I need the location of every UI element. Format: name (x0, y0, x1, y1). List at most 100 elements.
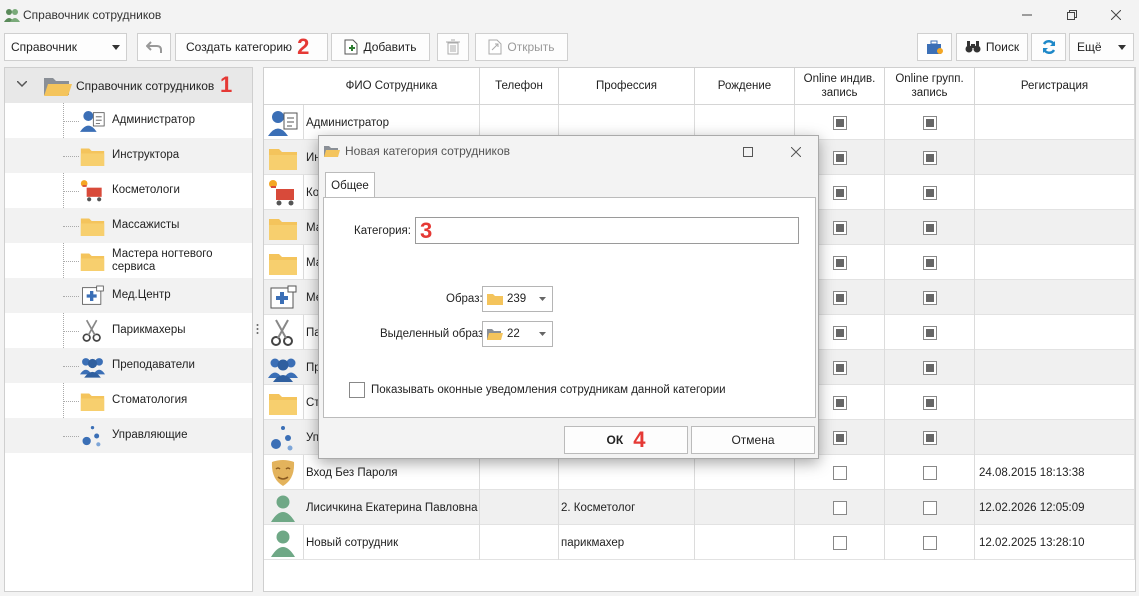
folder-icon (269, 149, 297, 170)
cell-online-grp (885, 455, 975, 490)
tree-item[interactable]: Администратор (5, 103, 252, 138)
dialog-close-button[interactable] (779, 142, 813, 162)
online-ind-checkbox[interactable] (832, 360, 847, 375)
reference-dropdown[interactable]: Справочник (4, 33, 127, 61)
online-ind-checkbox[interactable] (832, 255, 847, 270)
selected-image-combo[interactable]: 22 (482, 321, 553, 347)
cell-online-grp (885, 350, 975, 385)
notify-checkbox[interactable] (349, 382, 365, 398)
column-header[interactable]: Рождение (695, 68, 795, 105)
splitter-grip[interactable] (256, 323, 259, 335)
online-grp-checkbox[interactable] (922, 115, 937, 130)
online-grp-checkbox[interactable] (922, 150, 937, 165)
tree-item-label: Массажисты (112, 219, 180, 231)
row-icon (268, 424, 298, 452)
online-grp-checkbox[interactable] (922, 535, 937, 550)
image-combo[interactable]: 239 (482, 286, 553, 312)
tree-item[interactable]: Преподаватели (5, 348, 252, 383)
tree-item[interactable]: Косметологи (5, 173, 252, 208)
tree-item[interactable]: Мед.Центр (5, 278, 252, 313)
cell-online-grp (885, 210, 975, 245)
online-grp-checkbox[interactable] (922, 465, 937, 480)
online-grp-checkbox[interactable] (922, 255, 937, 270)
online-grp-checkbox[interactable] (922, 395, 937, 410)
cancel-label: Отмена (731, 433, 775, 447)
chevron-down-icon (112, 44, 120, 50)
tree-item[interactable]: Парикмахеры (5, 313, 252, 348)
online-ind-checkbox[interactable] (832, 290, 847, 305)
tree-branch (63, 401, 79, 402)
online-grp-checkbox[interactable] (922, 325, 937, 340)
restore-button[interactable] (1057, 4, 1087, 26)
cell-name: Лисичкина Екатерина Павловна (304, 490, 480, 525)
cell-online-ind (795, 490, 885, 525)
online-ind-checkbox[interactable] (832, 115, 847, 130)
search-button[interactable]: Поиск (956, 33, 1028, 61)
online-ind-checkbox[interactable] (832, 150, 847, 165)
tree-item[interactable]: Инструктора (5, 138, 252, 173)
column-header[interactable]: Телефон (480, 68, 559, 105)
online-ind-checkbox[interactable] (832, 500, 847, 515)
refresh-button[interactable] (1031, 33, 1066, 61)
column-header[interactable]: Регистрация (975, 68, 1135, 105)
category-tree[interactable]: Справочник сотрудников 1 Администратор Ин… (4, 67, 253, 592)
tab-general[interactable]: Общее (325, 172, 375, 198)
online-ind-checkbox[interactable] (832, 325, 847, 340)
online-ind-checkbox[interactable] (832, 535, 847, 550)
column-header[interactable]: Online индив. запись (795, 68, 885, 105)
tree-root[interactable]: Справочник сотрудников 1 (5, 68, 252, 103)
column-header[interactable]: Профессия (559, 68, 695, 105)
minimize-button[interactable] (1012, 4, 1042, 26)
dialog-maximize-button[interactable] (731, 142, 765, 162)
title-bar: Справочник сотрудников (0, 0, 1139, 30)
online-grp-checkbox[interactable] (922, 290, 937, 305)
selected-image-label: Выделенный образ: (380, 328, 487, 340)
online-grp-checkbox[interactable] (922, 500, 937, 515)
tree-item[interactable]: Мастера ногтевого сервиса (5, 243, 252, 278)
maximize-icon (743, 147, 753, 157)
add-button[interactable]: Добавить (331, 33, 430, 61)
column-header[interactable]: ФИО Сотрудника (264, 68, 480, 105)
scissors-icon (271, 319, 293, 346)
online-grp-checkbox[interactable] (922, 360, 937, 375)
cell-registration (975, 280, 1135, 315)
tools-button[interactable] (917, 33, 952, 61)
online-ind-checkbox[interactable] (832, 430, 847, 445)
tree-item[interactable]: Управляющие (5, 418, 252, 453)
more-dropdown[interactable]: Ещё (1069, 33, 1134, 61)
online-grp-checkbox[interactable] (922, 185, 937, 200)
online-ind-checkbox[interactable] (832, 465, 847, 480)
restore-icon (1067, 10, 1077, 20)
binoculars-icon (965, 41, 981, 53)
create-category-button[interactable]: Создать категорию 2 (175, 33, 328, 61)
dots-icon (271, 426, 293, 451)
close-icon (791, 147, 801, 157)
folder-icon (487, 294, 503, 305)
online-ind-checkbox[interactable] (832, 185, 847, 200)
tree-item[interactable]: Стоматология (5, 383, 252, 418)
online-ind-checkbox[interactable] (832, 395, 847, 410)
table-row[interactable]: Новый сотрудник парикмахер 12.02.2025 13:2… (264, 525, 1135, 560)
category-input[interactable] (415, 217, 799, 244)
more-label: Ещё (1077, 40, 1102, 54)
undo-button[interactable] (137, 33, 171, 61)
tree-item-label: Стоматология (112, 394, 188, 406)
image-value: 239 (507, 293, 527, 305)
tree-branch (63, 191, 79, 192)
online-ind-checkbox[interactable] (832, 220, 847, 235)
trash-icon (446, 39, 460, 55)
open-button[interactable]: Открыть (475, 33, 568, 61)
tree-item[interactable]: Массажисты (5, 208, 252, 243)
table-row[interactable]: Вход Без Пароля 24.08.2015 18:13:38 (264, 455, 1135, 490)
online-grp-checkbox[interactable] (922, 220, 937, 235)
tree-item-label: Мед.Центр (112, 289, 171, 301)
ok-button[interactable]: ОК 4 (564, 426, 688, 454)
cancel-button[interactable]: Отмена (691, 426, 815, 454)
close-button[interactable] (1101, 4, 1131, 26)
column-header[interactable]: Online групп. запись (885, 68, 975, 105)
briefcase-gear-icon (926, 40, 943, 54)
table-row[interactable]: Лисичкина Екатерина Павловна 2. Косметоло… (264, 490, 1135, 525)
new-category-dialog[interactable]: Новая категория сотрудников Общее Катего… (318, 135, 819, 459)
online-grp-checkbox[interactable] (922, 430, 937, 445)
delete-button[interactable] (437, 33, 469, 61)
